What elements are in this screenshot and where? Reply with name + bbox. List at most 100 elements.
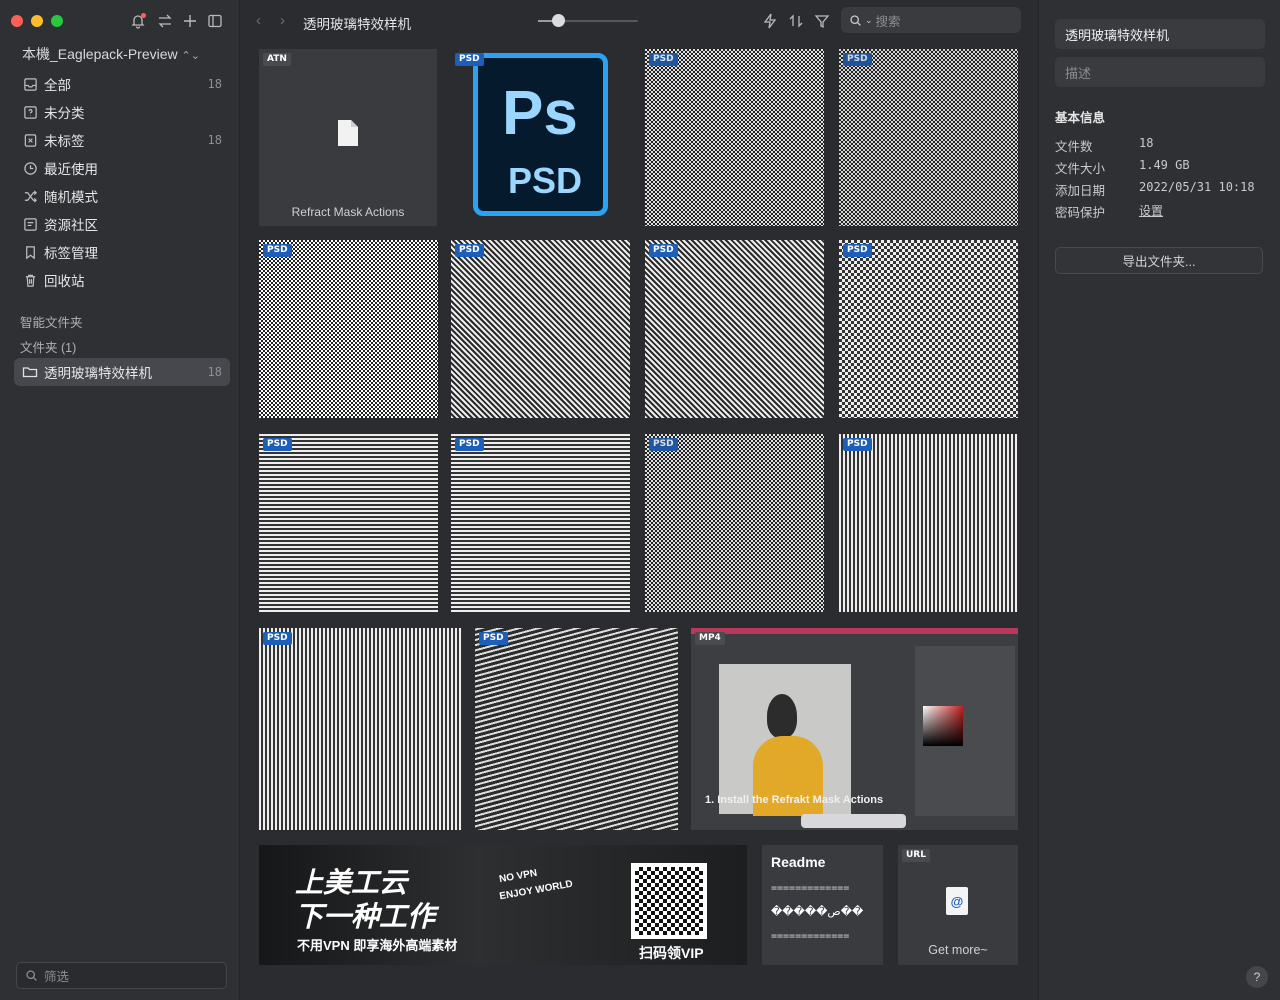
- sidebar-item[interactable]: 回收站: [14, 266, 230, 294]
- file-type-badge: PSD: [843, 53, 872, 66]
- asset-tile-readme[interactable]: Readme ============= �����ص�� ==========…: [762, 845, 883, 965]
- sidebar-item[interactable]: 标签管理: [14, 238, 230, 266]
- sort-icon[interactable]: [786, 11, 806, 31]
- chevron-updown-icon: ⌃⌄: [181, 50, 200, 62]
- library-name: 本機_Eaglepack-Preview: [22, 46, 178, 62]
- asset-tile-mp4[interactable]: MP4 1. Install the Refrakt Mask Actions: [691, 628, 1018, 830]
- asset-tile-psd[interactable]: PSD: [259, 240, 438, 418]
- notification-dot: [141, 13, 146, 18]
- help-button[interactable]: ?: [1246, 966, 1268, 988]
- url-caption: Get more~: [928, 943, 988, 957]
- file-type-badge: PSD: [263, 244, 292, 257]
- file-type-badge: PSD: [455, 53, 484, 66]
- sidebar-item[interactable]: 最近使用: [14, 154, 230, 182]
- shuffle-icon: [22, 188, 38, 204]
- file-type-badge: URL: [902, 849, 930, 862]
- breadcrumb: 透明玻璃特效样机: [303, 17, 411, 32]
- info-label: 添加日期: [1055, 184, 1106, 198]
- export-folder-button[interactable]: 导出文件夹...: [1055, 247, 1263, 274]
- banner-headline-2: 下一种工作: [295, 901, 436, 932]
- filter-funnel-icon[interactable]: [812, 11, 832, 31]
- sidebar-toggle-icon[interactable]: [205, 11, 225, 31]
- basic-info-header: 基本信息: [1055, 111, 1106, 125]
- sidebar-item-label: 资源社区: [44, 218, 98, 233]
- description-field[interactable]: 描述: [1055, 57, 1265, 87]
- sync-icon[interactable]: [155, 11, 175, 31]
- banner-tagline: 不用VPN 即享海外高端素材: [297, 938, 458, 953]
- back-chevron-icon[interactable]: ‹: [256, 12, 261, 29]
- zoom-window-button[interactable]: [51, 15, 63, 27]
- smart-folders-header[interactable]: 智能文件夹: [20, 312, 83, 331]
- sidebar-item[interactable]: 未分类: [14, 98, 230, 126]
- photoshop-icon: Ps PSD: [473, 53, 608, 216]
- sidebar-item-label: 未分类: [44, 106, 85, 121]
- filter-placeholder: 筛选: [44, 970, 70, 984]
- file-type-badge: PSD: [455, 438, 484, 451]
- sidebar-item-count: 18: [207, 133, 222, 147]
- question-icon: [22, 104, 38, 120]
- asset-tile-psd[interactable]: PSD: [645, 240, 824, 418]
- file-type-badge: ATN: [263, 53, 291, 66]
- app-window: 本機_Eaglepack-Preview ⌃⌄ 全部 18 未分类 未标签 18…: [0, 0, 1280, 1000]
- minimize-window-button[interactable]: [31, 15, 43, 27]
- asset-tile-psd[interactable]: PSD: [259, 628, 462, 830]
- chevron-down-icon: ⌄: [865, 14, 873, 25]
- file-type-badge: MP4: [695, 632, 725, 645]
- readme-line: =============: [771, 931, 850, 942]
- sidebar-item[interactable]: 未标签 18: [14, 126, 230, 154]
- filter-input[interactable]: 筛选: [16, 962, 227, 989]
- file-type-badge: PSD: [649, 53, 678, 66]
- asset-tile-psd[interactable]: PSD: [475, 628, 678, 830]
- psd-icon-label: PSD: [508, 160, 583, 201]
- asset-tile-psd[interactable]: PSD: [839, 49, 1018, 226]
- asset-tile-url[interactable]: URL @ Get more~: [898, 845, 1018, 965]
- folder-name-field[interactable]: 透明玻璃特效样机: [1055, 19, 1265, 49]
- folder-item-glass-mockup[interactable]: 透明玻璃特效样机 18: [14, 358, 230, 386]
- info-label: 密码保护: [1055, 206, 1106, 220]
- sidebar-item[interactable]: 资源社区: [14, 210, 230, 238]
- video-caption: 1. Install the Refrakt Mask Actions: [705, 794, 884, 806]
- close-window-button[interactable]: [11, 15, 23, 27]
- search-input[interactable]: ⌄ 搜索: [841, 7, 1021, 33]
- folder-item-label: 透明玻璃特效样机: [44, 366, 152, 381]
- readme-title: Readme: [771, 854, 826, 870]
- qr-caption: 扫码领VIP: [639, 945, 704, 961]
- sidebar-item-count: 18: [207, 77, 222, 91]
- file-type-badge: PSD: [843, 438, 872, 451]
- asset-tile-psd[interactable]: PSD: [259, 434, 438, 612]
- promo-banner[interactable]: 上美工云 下一种工作 不用VPN 即享海外高端素材 NO VPN ENJOY W…: [259, 845, 747, 965]
- ps-icon-label: Ps: [502, 79, 578, 148]
- library-switcher[interactable]: 本機_Eaglepack-Preview ⌃⌄: [22, 44, 200, 64]
- sidebar: 本機_Eaglepack-Preview ⌃⌄ 全部 18 未分类 未标签 18…: [0, 0, 240, 1000]
- community-icon: [22, 216, 38, 232]
- asset-tile-psd[interactable]: PSD: [839, 434, 1018, 612]
- asset-tile-psd[interactable]: PSD: [839, 240, 1018, 418]
- zoom-slider-knob[interactable]: [552, 14, 565, 27]
- asset-tile-psd[interactable]: PSD: [645, 434, 824, 612]
- password-setting-link[interactable]: 设置: [1139, 202, 1163, 219]
- video-canvas: [719, 664, 851, 816]
- search-icon: [26, 970, 37, 981]
- sidebar-item[interactable]: 随机模式: [14, 182, 230, 210]
- info-value: 2022/05/31 10:18: [1139, 180, 1255, 194]
- file-type-badge: PSD: [455, 244, 484, 257]
- search-icon: [850, 14, 861, 26]
- folder-name-value: 透明玻璃特效样机: [1065, 27, 1170, 43]
- color-gradient: [923, 706, 963, 746]
- folders-header[interactable]: 文件夹 (1): [20, 337, 76, 356]
- asset-tile-psd-icon[interactable]: Ps PSD PSD: [451, 49, 630, 226]
- lightning-icon[interactable]: [760, 11, 780, 31]
- asset-tile-psd[interactable]: PSD: [645, 49, 824, 226]
- sidebar-item-label: 回收站: [44, 274, 85, 289]
- description-placeholder: 描述: [1065, 65, 1092, 81]
- folder-item-count: 18: [207, 365, 222, 379]
- asset-tile-psd[interactable]: PSD: [451, 240, 630, 418]
- bell-icon[interactable]: [128, 11, 148, 31]
- asset-tile-psd[interactable]: PSD: [451, 434, 630, 612]
- asset-tile-atn[interactable]: ATN Refract Mask Actions: [259, 49, 437, 226]
- person-figure: [767, 694, 797, 738]
- sidebar-item[interactable]: 全部 18: [14, 70, 230, 98]
- readme-line: =============: [771, 883, 850, 894]
- forward-chevron-icon[interactable]: ›: [280, 12, 285, 29]
- plus-icon[interactable]: [180, 11, 200, 31]
